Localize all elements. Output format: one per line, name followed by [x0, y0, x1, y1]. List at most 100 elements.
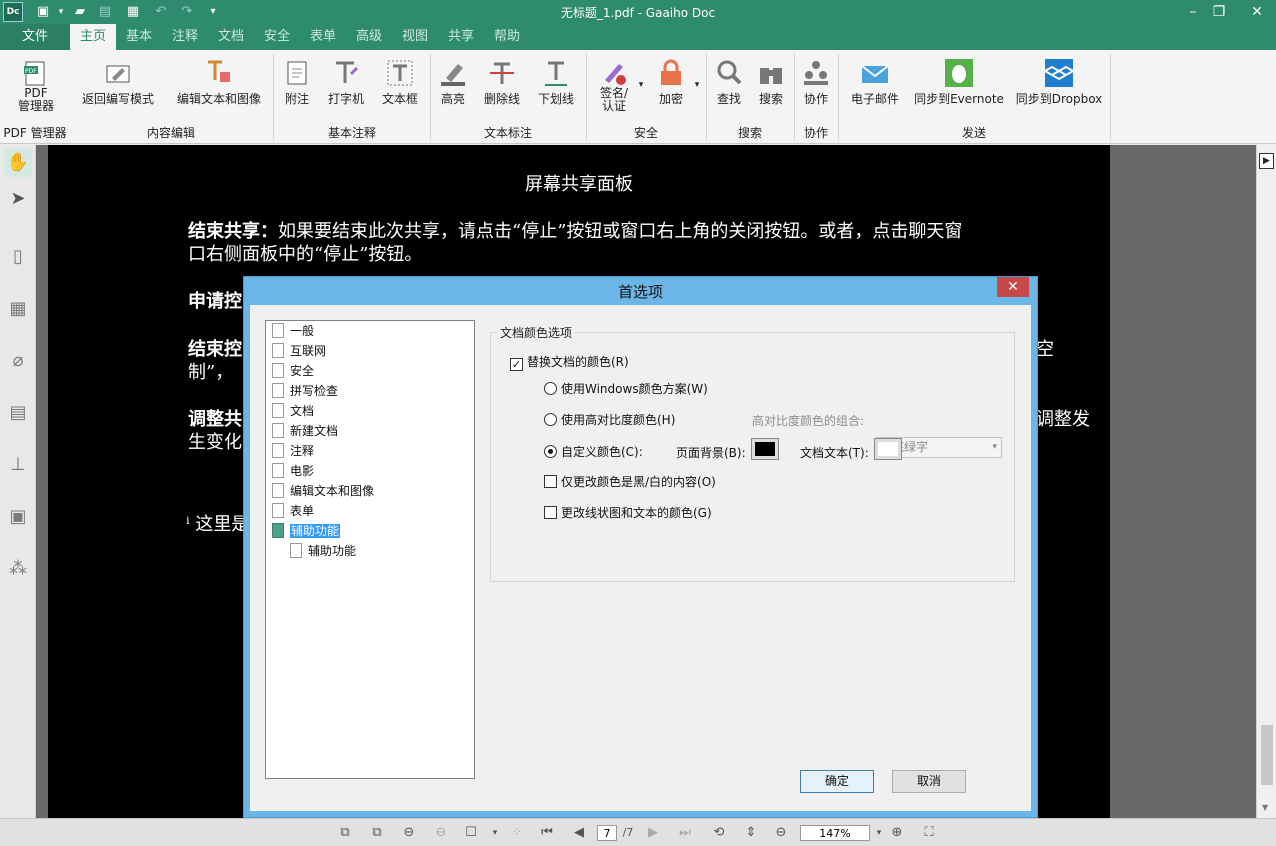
- rotate-icon[interactable]: ⟲: [710, 824, 728, 842]
- paragraph-3-right: 空: [1036, 339, 1054, 360]
- comments-icon[interactable]: ▤: [4, 399, 32, 427]
- edit-text-image-icon: [208, 60, 230, 82]
- highlight-button[interactable]: 高亮: [436, 56, 470, 116]
- previous-page-icon[interactable]: ◀: [570, 824, 588, 842]
- sign-button[interactable]: 签名/ 认证: [592, 56, 636, 116]
- evernote-icon: [945, 59, 973, 87]
- note-button[interactable]: 附注: [280, 56, 314, 116]
- tree-item[interactable]: 注释: [272, 441, 314, 461]
- tree-child-accessibility[interactable]: 辅助功能: [290, 541, 356, 561]
- doc-text-color-button[interactable]: [874, 438, 902, 460]
- cancel-button[interactable]: 取消: [892, 770, 966, 793]
- tree-item[interactable]: 新建文档: [272, 421, 338, 441]
- encrypt-button[interactable]: 加密: [652, 56, 690, 116]
- forward-icon[interactable]: ⊖: [432, 824, 450, 842]
- scroll-panel-arrow-icon[interactable]: ▶: [1259, 153, 1274, 169]
- only-bw-checkbox[interactable]: 仅更改颜色是黑/白的内容(O): [544, 473, 716, 490]
- tab-help[interactable]: 帮助: [484, 24, 530, 50]
- textbox-button[interactable]: 文本框: [378, 56, 422, 116]
- vertical-scrollbar[interactable]: ▶ ▲ ▼: [1256, 145, 1276, 818]
- stamp-icon[interactable]: ⊥: [4, 451, 32, 479]
- scrollbar-thumb[interactable]: [1261, 725, 1273, 785]
- group-basic-comment: 基本注释: [327, 126, 376, 140]
- tab-view[interactable]: 视图: [392, 24, 438, 50]
- last-page-icon[interactable]: ⏭: [676, 824, 694, 842]
- dialog-close-icon[interactable]: ✕: [997, 277, 1029, 297]
- find-button[interactable]: 查找: [712, 56, 746, 116]
- page-icon: [272, 463, 284, 478]
- zoom-input[interactable]: [800, 825, 870, 841]
- strikeout-button[interactable]: 删除线: [480, 56, 524, 116]
- underline-button[interactable]: 下划线: [534, 56, 578, 116]
- tab-share[interactable]: 共享: [438, 24, 484, 50]
- page-bg-color-button[interactable]: [751, 438, 779, 460]
- first-page-icon[interactable]: ⏮: [538, 824, 556, 842]
- tree-item[interactable]: 安全: [272, 361, 314, 381]
- back-edit-button[interactable]: 返回编写模式: [76, 56, 160, 116]
- back-icon[interactable]: ⊖: [400, 824, 418, 842]
- tab-document[interactable]: 文档: [208, 24, 254, 50]
- textbox-icon: [387, 60, 413, 86]
- tab-file[interactable]: 文件: [0, 24, 70, 50]
- tab-security[interactable]: 安全: [254, 24, 300, 50]
- custom-color-radio[interactable]: 自定义颜色(C):: [544, 443, 643, 460]
- page-number-input[interactable]: [597, 825, 617, 841]
- bookmark-icon[interactable]: ▯: [4, 243, 32, 271]
- tab-advanced[interactable]: 高级: [346, 24, 392, 50]
- typewriter-button[interactable]: 打字机: [322, 56, 370, 116]
- tree-item[interactable]: 一般: [272, 321, 314, 341]
- tab-basic[interactable]: 基本: [116, 24, 162, 50]
- envelope-icon: [861, 65, 889, 83]
- windows-scheme-radio[interactable]: 使用Windows颜色方案(W): [544, 380, 708, 397]
- line-art-checkbox[interactable]: 更改线状图和文本的颜色(G): [544, 504, 712, 521]
- evernote-button[interactable]: 同步到Evernote: [914, 56, 1004, 116]
- underline-label: 下划线: [537, 92, 574, 106]
- fit-icon[interactable]: ⁘: [508, 824, 526, 842]
- zoom-in-icon[interactable]: ⊕: [888, 824, 906, 842]
- textbox-label: 文本框: [381, 92, 418, 106]
- tree-item-accessibility[interactable]: 辅助功能: [272, 521, 341, 541]
- edit-text-image-button[interactable]: 编辑文本和图像: [170, 56, 268, 116]
- tab-home[interactable]: 主页: [70, 24, 116, 50]
- collab-button[interactable]: 协作: [798, 56, 834, 116]
- tree-item[interactable]: 文档: [272, 401, 314, 421]
- fullscreen-icon[interactable]: ⛶: [920, 824, 938, 842]
- email-button[interactable]: 电子邮件: [846, 56, 904, 116]
- tree-item[interactable]: 电影: [272, 461, 314, 481]
- back-edit-icon: [106, 65, 130, 83]
- tree-item[interactable]: 表单: [272, 501, 314, 521]
- dropbox-button[interactable]: 同步到Dropbox: [1014, 56, 1104, 116]
- tree-item[interactable]: 拼写检查: [272, 381, 338, 401]
- close-window-icon[interactable]: ✕: [1240, 0, 1274, 24]
- high-contrast-radio[interactable]: 使用高对比度颜色(H): [544, 411, 675, 428]
- zoom-out-icon[interactable]: ⊖: [772, 824, 790, 842]
- fit-height-icon[interactable]: ⇕: [742, 824, 760, 842]
- checkbox-checked: ✓: [510, 358, 523, 371]
- attachment-icon[interactable]: ⌀: [4, 347, 32, 375]
- select-arrow-icon[interactable]: ➤: [4, 185, 32, 213]
- tab-comment[interactable]: 注释: [162, 24, 208, 50]
- layers-icon[interactable]: ⁂: [4, 555, 32, 583]
- tab-forms[interactable]: 表单: [300, 24, 346, 50]
- replace-colors-checkbox[interactable]: ✓ 替换文档的颜色(R): [510, 353, 629, 371]
- restore-icon[interactable]: ❐: [1202, 0, 1236, 24]
- tree-item[interactable]: 互联网: [272, 341, 326, 361]
- single-page-icon[interactable]: ⧉: [336, 824, 354, 842]
- ok-button[interactable]: 确定: [800, 770, 874, 793]
- pdf-manager-button[interactable]: PDF PDF 管理器: [8, 56, 64, 116]
- page-view-icon[interactable]: ☐: [462, 824, 480, 842]
- hand-tool-icon[interactable]: ✋: [4, 149, 32, 177]
- security-panel-icon[interactable]: ▣: [4, 503, 32, 531]
- search-button[interactable]: 搜索: [754, 56, 788, 116]
- page-view-dropdown-icon[interactable]: ▾: [486, 824, 504, 842]
- thumbnails-icon[interactable]: ▦: [4, 295, 32, 323]
- page-icon: [272, 383, 284, 398]
- next-page-icon[interactable]: ▶: [644, 824, 662, 842]
- zoom-dropdown-icon[interactable]: ▾: [870, 824, 888, 842]
- continuous-page-icon[interactable]: ⧉: [368, 824, 386, 842]
- page-icon: [272, 423, 284, 438]
- tree-item[interactable]: 编辑文本和图像: [272, 481, 374, 501]
- paragraph-3-line-2: 制”，: [188, 362, 234, 383]
- scroll-down-icon[interactable]: ▼: [1262, 803, 1268, 812]
- lock-icon: [661, 59, 681, 85]
